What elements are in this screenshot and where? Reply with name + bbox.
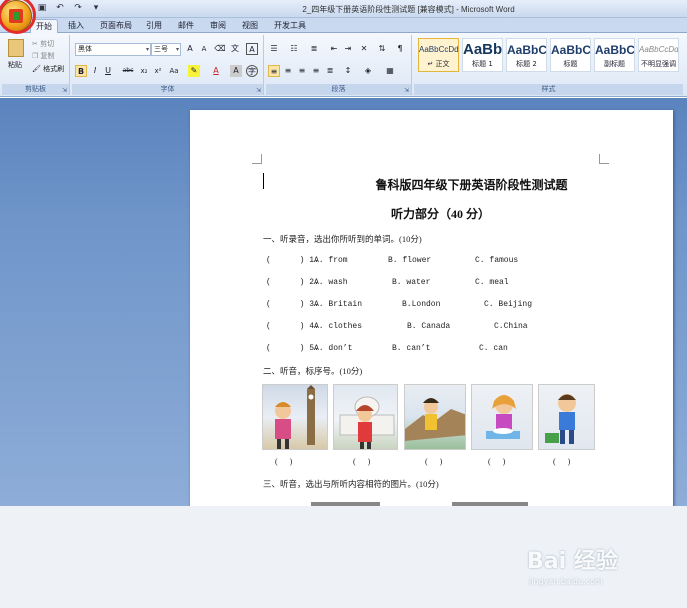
window-title: 2_四年级下册英语阶段性测试题 [兼容模式] - Microsoft Word	[302, 5, 515, 14]
dialog-launcher-icon[interactable]: ⇲	[256, 87, 261, 94]
paragraph-group-label: 段落	[266, 84, 411, 95]
justify-icon[interactable]: ≡	[310, 65, 322, 77]
paragraph-group: ☰ ☷ ≣ ⇤ ⇥ ✕ ⇅ ¶ ≡ ≡ ≡ ≡ ≣ ↕ ◈ ▦ 段落 ⇲	[266, 35, 412, 95]
crop-mark	[252, 154, 262, 164]
numbering-icon[interactable]: ☷	[288, 43, 300, 55]
styles-group-label: 样式	[414, 84, 683, 95]
shrink-font-icon[interactable]: A	[198, 43, 210, 55]
styles-group: AaBbCcDd ↵ 正文 AaBb 标题 1 AaBbC 标题 2 AaBbC 标题 …	[414, 35, 683, 95]
redo-icon[interactable]: ↷	[72, 3, 84, 13]
tab-review[interactable]: 审阅	[210, 19, 226, 33]
section-1-heading: 一、听录音，选出你所听到的单词。(10分)	[263, 234, 422, 244]
dialog-launcher-icon[interactable]: ⇲	[62, 87, 67, 94]
ribbon: 粘贴 ✂ 剪切 ❐ 复制 🖌 格式刷 剪贴板 ⇲ 黑体 ▾ 三号 ▾ A A ⌫ 文…	[0, 33, 687, 97]
superscript-icon[interactable]: x²	[152, 65, 164, 77]
show-marks-icon[interactable]: ¶	[394, 43, 406, 55]
style-subtitle[interactable]: AaBbC 副标题	[594, 38, 635, 72]
paste-icon[interactable]	[8, 39, 24, 57]
align-right-icon[interactable]: ≡	[296, 65, 308, 77]
chevron-down-icon: ▾	[175, 46, 179, 53]
picture-boy-cleaning	[538, 384, 595, 450]
document-title: 鲁科版四年级下册英语阶段性测试题	[375, 178, 568, 192]
style-normal[interactable]: AaBbCcDd ↵ 正文	[418, 38, 459, 72]
font-size-select[interactable]: 三号 ▾	[151, 43, 181, 56]
copy-button[interactable]: ❐ 复制	[32, 50, 55, 63]
answer-paren[interactable]: ( )	[553, 457, 570, 466]
char-border-icon[interactable]: A	[246, 43, 258, 55]
document-area: 鲁科版四年级下册英语阶段性测试题 听力部分（40 分） 一、听录音，选出你所听到…	[0, 98, 687, 506]
shading-icon[interactable]: ◈	[362, 65, 374, 77]
chinese-layout-icon[interactable]: ✕	[358, 43, 370, 55]
decrease-indent-icon[interactable]: ⇤	[328, 43, 340, 55]
phonetic-guide-icon[interactable]: 文	[229, 43, 241, 55]
clipboard-group: 粘贴 ✂ 剪切 ❐ 复制 🖌 格式刷 剪贴板 ⇲	[2, 35, 70, 95]
change-case-icon[interactable]: Aa	[168, 65, 180, 77]
grow-font-icon[interactable]: A	[184, 43, 196, 55]
answer-paren[interactable]: ( )	[488, 457, 505, 466]
tab-view[interactable]: 视图	[242, 19, 258, 33]
watermark-logo: Bai 经验	[527, 549, 618, 574]
align-left-icon[interactable]: ≡	[268, 65, 280, 77]
watermark-url: jingyan.baidu.com	[529, 577, 603, 586]
bullets-icon[interactable]: ☰	[268, 43, 280, 55]
dialog-launcher-icon[interactable]: ⇲	[404, 87, 409, 94]
sort-icon[interactable]: ⇅	[376, 43, 388, 55]
tab-mailings[interactable]: 邮件	[178, 19, 194, 33]
picture-girl-washing	[471, 384, 533, 450]
save-icon[interactable]: ▣	[36, 3, 48, 13]
cut-icon: ✂	[32, 40, 38, 48]
section-2-heading: 二、听音，标序号。(10分)	[263, 366, 363, 376]
char-shading-icon[interactable]: A	[230, 65, 242, 77]
font-group-label: 字体	[72, 84, 263, 95]
align-center-icon[interactable]: ≡	[282, 65, 294, 77]
answer-paren[interactable]: ( )	[353, 457, 370, 466]
crop-mark	[599, 154, 609, 164]
distributed-icon[interactable]: ≣	[324, 65, 336, 77]
undo-icon[interactable]: ↶	[54, 3, 66, 13]
tab-references[interactable]: 引用	[146, 19, 162, 33]
font-color-icon[interactable]: A	[210, 65, 222, 77]
font-name-select[interactable]: 黑体 ▾	[75, 43, 151, 56]
tab-developer[interactable]: 开发工具	[274, 19, 306, 33]
borders-icon[interactable]: ▦	[384, 65, 396, 77]
clear-format-icon[interactable]: ⌫	[214, 43, 226, 55]
picture-great-wall	[404, 384, 466, 450]
enclose-char-icon[interactable]: 字	[246, 65, 258, 77]
ribbon-tabs: 开始 插入 页面布局 引用 邮件 审阅 视图 开发工具	[0, 18, 687, 33]
picture-big-ben	[262, 384, 328, 450]
format-painter-button[interactable]: 🖌 格式刷	[32, 63, 64, 76]
multilevel-list-icon[interactable]: ≣	[308, 43, 320, 55]
document-page[interactable]: 鲁科版四年级下册英语阶段性测试题 听力部分（40 分） 一、听录音，选出你所听到…	[190, 110, 673, 506]
strikethrough-icon[interactable]: abc	[122, 65, 134, 77]
line-spacing-icon[interactable]: ↕	[342, 65, 354, 77]
paste-button[interactable]: 粘贴	[8, 59, 22, 72]
clipboard-group-label: 剪贴板	[2, 84, 69, 95]
quick-access-toolbar: ▣ ↶ ↷ ▾	[36, 3, 102, 13]
document-subtitle: 听力部分（40 分）	[390, 207, 490, 221]
chevron-down-icon: ▾	[145, 46, 149, 53]
picture-capitol	[333, 384, 398, 450]
style-heading-2[interactable]: AaBbC 标题 2	[506, 38, 547, 72]
highlight-icon[interactable]: ✎	[188, 65, 200, 77]
title-bar: 2_四年级下册英语阶段性测试题 [兼容模式] - Microsoft Word …	[0, 0, 687, 18]
style-title[interactable]: AaBbC 标题	[550, 38, 591, 72]
copy-icon: ❐	[32, 52, 39, 60]
underline-icon[interactable]: U	[102, 65, 114, 77]
font-group: 黑体 ▾ 三号 ▾ A A ⌫ 文 A B I U abc x₂ x² Aa ✎ A…	[72, 35, 264, 95]
subscript-icon[interactable]: x₂	[138, 65, 150, 77]
customize-icon[interactable]: ▾	[90, 3, 102, 13]
increase-indent-icon[interactable]: ⇥	[342, 43, 354, 55]
bold-icon[interactable]: B	[75, 65, 87, 77]
brush-icon: 🖌	[32, 65, 41, 73]
tab-insert[interactable]: 插入	[68, 19, 84, 33]
section-3-heading: 三、听音，选出与所听内容相符的图片。(10分)	[263, 479, 439, 489]
style-heading-1[interactable]: AaBb 标题 1	[462, 38, 503, 72]
tab-page-layout[interactable]: 页面布局	[100, 19, 132, 33]
answer-paren[interactable]: ( )	[275, 457, 292, 466]
italic-icon[interactable]: I	[89, 65, 101, 77]
answer-paren[interactable]: ( )	[425, 457, 442, 466]
style-subtle-emphasis[interactable]: AaBbCcDd 不明显强调	[638, 38, 679, 72]
